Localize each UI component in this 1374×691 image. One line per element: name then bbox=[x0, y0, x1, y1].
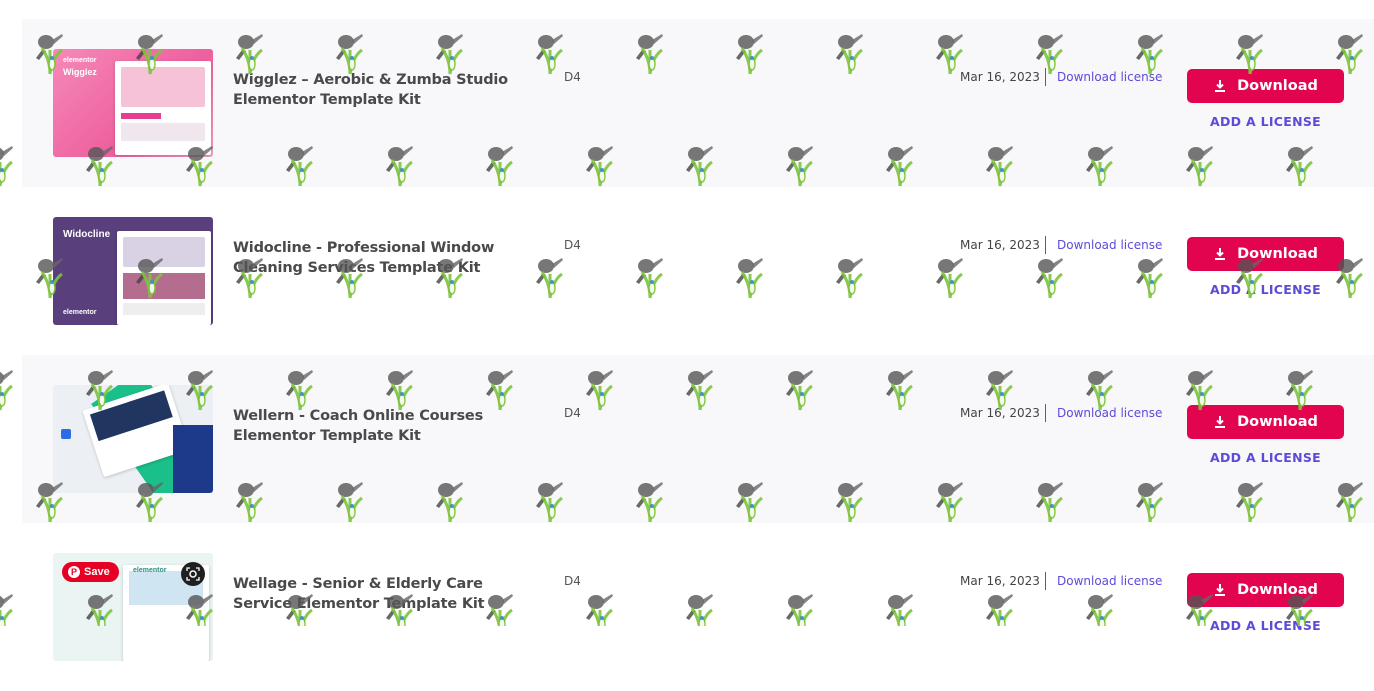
thumbnail-brand: elementor bbox=[133, 567, 167, 574]
add-license-link[interactable]: ADD A LICENSE bbox=[1187, 114, 1344, 129]
download-license-link[interactable]: Download license bbox=[1057, 406, 1162, 420]
thumbnail-preview bbox=[115, 61, 211, 155]
item-date: Mar 16, 2023 bbox=[960, 574, 1040, 588]
list-item: Widocline elementor Widocline - Professi… bbox=[22, 187, 1374, 355]
item-code: D4 bbox=[564, 238, 581, 252]
thumbnail-name: Widocline bbox=[63, 229, 111, 240]
list-item: elementor Wigglez Wigglez – Aerobic & Zu… bbox=[22, 19, 1374, 187]
item-title: Wellage - Senior & Elderly Care Service … bbox=[233, 576, 485, 612]
add-license-link[interactable]: ADD A LICENSE bbox=[1187, 282, 1344, 297]
download-icon bbox=[1215, 584, 1226, 596]
item-title: Widocline - Professional Window Cleaning… bbox=[233, 240, 495, 276]
item-code: D4 bbox=[564, 70, 581, 84]
divider bbox=[1045, 572, 1046, 590]
download-icon bbox=[1215, 80, 1226, 92]
thumbnail-brand: elementor bbox=[63, 57, 97, 64]
download-button-label: Download bbox=[1237, 246, 1318, 262]
download-button[interactable]: Download bbox=[1187, 69, 1344, 103]
thumbnail-panel bbox=[173, 425, 213, 493]
pinterest-icon: P bbox=[68, 566, 80, 578]
item-title: Wellern - Coach Online Courses Elementor… bbox=[233, 408, 483, 444]
item-date: Mar 16, 2023 bbox=[960, 70, 1040, 84]
download-button-label: Download bbox=[1237, 78, 1318, 94]
pinterest-save-label: Save bbox=[84, 566, 110, 578]
add-license-link[interactable]: ADD A LICENSE bbox=[1187, 450, 1344, 465]
list-item: elementor Wellage - Senior & Elderly Car… bbox=[22, 523, 1374, 691]
list-item: Wellern - Coach Online Courses Elementor… bbox=[22, 355, 1374, 523]
item-date: Mar 16, 2023 bbox=[960, 406, 1040, 420]
left-margin bbox=[0, 0, 22, 626]
item-code: D4 bbox=[564, 406, 581, 420]
download-button[interactable]: Download bbox=[1187, 237, 1344, 271]
divider bbox=[1045, 68, 1046, 86]
thumbnail-preview bbox=[117, 231, 211, 325]
thumbnail-name: Wigglez bbox=[63, 67, 97, 77]
divider bbox=[1045, 404, 1046, 422]
downloads-list: elementor Wigglez Wigglez – Aerobic & Zu… bbox=[22, 19, 1374, 691]
thumbnail-logo bbox=[61, 429, 71, 439]
thumbnail-brand: elementor bbox=[63, 309, 97, 316]
visual-search-icon[interactable] bbox=[181, 562, 205, 586]
download-icon bbox=[1215, 248, 1226, 260]
download-license-link[interactable]: Download license bbox=[1057, 70, 1162, 84]
download-license-link[interactable]: Download license bbox=[1057, 574, 1162, 588]
item-thumbnail[interactable]: Widocline elementor bbox=[53, 217, 213, 325]
item-thumbnail[interactable] bbox=[53, 385, 213, 493]
download-button-label: Download bbox=[1237, 414, 1318, 430]
item-code: D4 bbox=[564, 574, 581, 588]
download-button-label: Download bbox=[1237, 582, 1318, 598]
download-button[interactable]: Download bbox=[1187, 405, 1344, 439]
item-thumbnail[interactable]: elementor Wigglez bbox=[53, 49, 213, 157]
download-icon bbox=[1215, 416, 1226, 428]
item-title: Wigglez – Aerobic & Zumba Studio Element… bbox=[233, 72, 508, 108]
item-date: Mar 16, 2023 bbox=[960, 238, 1040, 252]
download-license-link[interactable]: Download license bbox=[1057, 238, 1162, 252]
divider bbox=[1045, 236, 1046, 254]
download-button[interactable]: Download bbox=[1187, 573, 1344, 607]
pinterest-save-button[interactable]: P Save bbox=[62, 562, 119, 582]
